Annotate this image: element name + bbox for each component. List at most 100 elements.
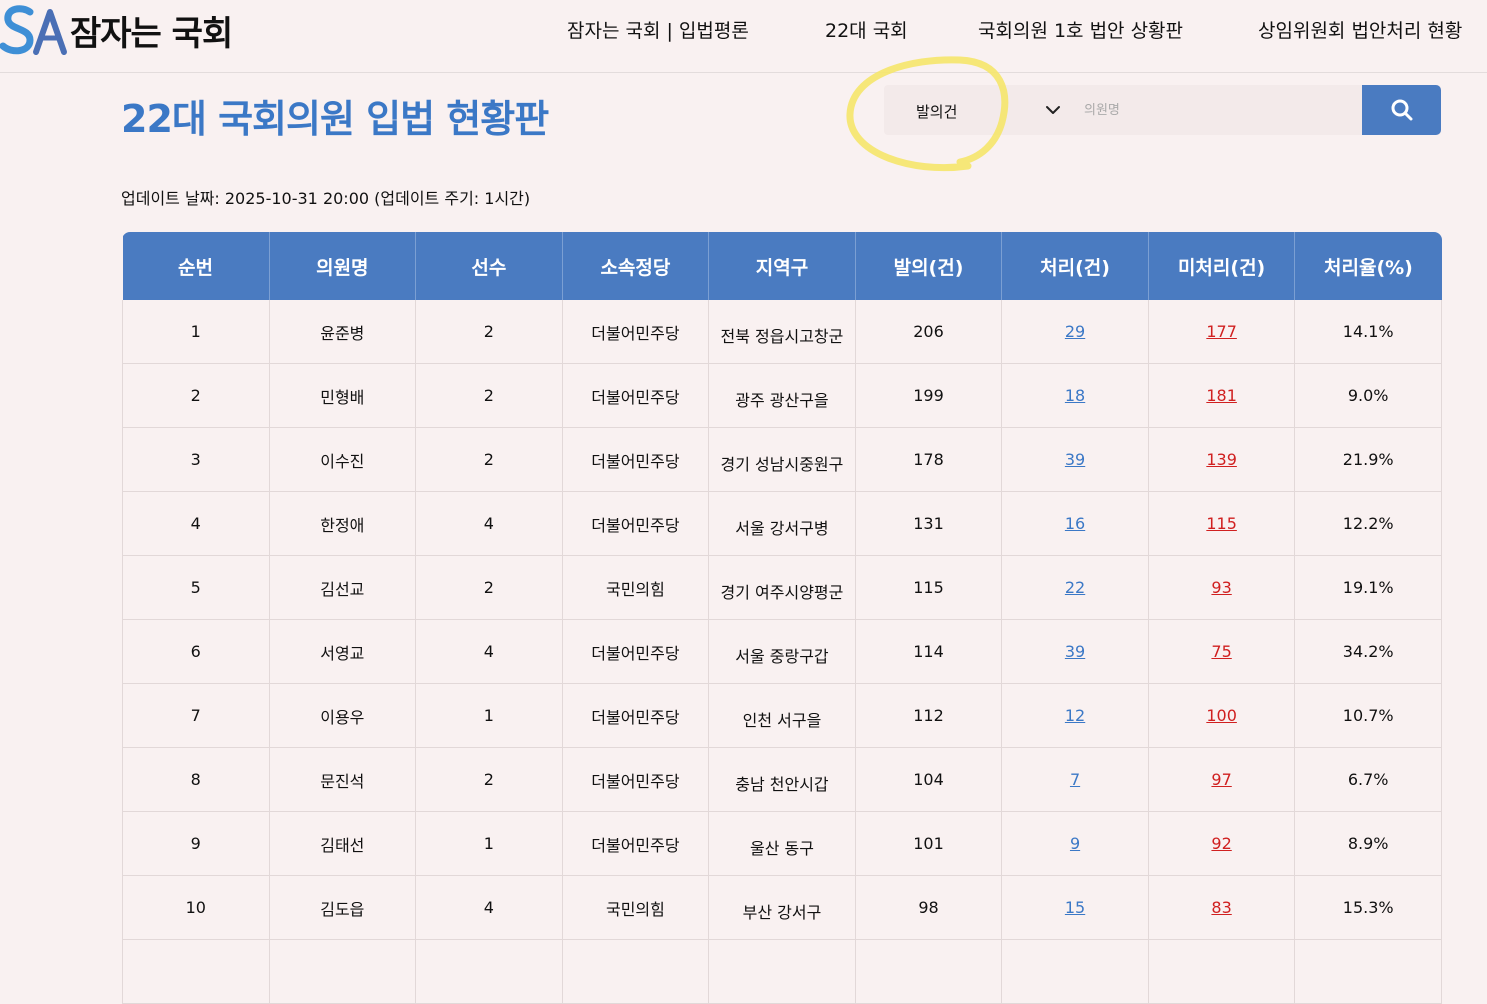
cell-name: 서영교 <box>269 619 417 684</box>
cell-rate: 6.7% <box>1294 747 1442 812</box>
processed-count-link[interactable]: 7 <box>1070 770 1080 789</box>
table-row: 5 김선교 2 국민의힘 경기 여주시양평군 115 22 93 19.1% <box>122 555 1442 620</box>
processed-count-link[interactable]: 12 <box>1065 706 1085 725</box>
cell-proposed: 98 <box>855 875 1003 940</box>
cell-party: 더불어민주당 <box>562 363 710 428</box>
cell-rank: 6 <box>122 619 270 684</box>
table-row: 9 김태선 1 더불어민주당 울산 동구 101 9 92 8.9% <box>122 811 1442 876</box>
cell-unprocessed: 92 <box>1148 811 1296 876</box>
legislation-table-wrapper: 순번 의원명 선수 소속정당 지역구 발의(건) 처리(건) 미처리(건) 처리율(%) 1 윤준… <box>122 232 1442 1004</box>
unprocessed-count-link[interactable]: 83 <box>1211 898 1231 917</box>
page-title: 22대 국회의원 입법 현황판 <box>121 97 549 141</box>
cell-party <box>562 939 710 1004</box>
unprocessed-count-link[interactable]: 93 <box>1211 578 1231 597</box>
cell-name: 민형배 <box>269 363 417 428</box>
nav-item-legislation-review[interactable]: 잠자는 국회 | 입법평론 <box>567 16 749 43</box>
unprocessed-count-link[interactable]: 139 <box>1206 450 1237 469</box>
table-body: 1 윤준병 2 더불어민주당 전북 정읍시고창군 206 29 177 14.1% 2 민형배 2 더불… <box>122 300 1442 1004</box>
main-nav: 잠자는 국회 | 입법평론 22대 국회 국회의원 1호 법안 상황판 상임위원… <box>0 16 1487 44</box>
col-terms-header[interactable]: 선수 <box>415 232 563 300</box>
table-row: 8 문진석 2 더불어민주당 충남 천안시갑 104 7 97 6.7% <box>122 747 1442 812</box>
cell-region: 경기 성남시중원구 <box>708 427 856 492</box>
sort-select[interactable]: 발의건 <box>884 85 1080 135</box>
processed-count-link[interactable]: 16 <box>1065 514 1085 533</box>
cell-rank: 3 <box>122 427 270 492</box>
processed-count-link[interactable]: 15 <box>1065 898 1085 917</box>
update-info: 업데이트 날짜: 2025-10-31 20:00 (업데이트 주기: 1시간) <box>121 189 531 208</box>
cell-rate <box>1294 939 1442 1004</box>
search-button[interactable] <box>1362 85 1441 135</box>
region-text: 경기 성남시중원구 <box>720 454 844 474</box>
cell-processed: 29 <box>1001 300 1149 364</box>
cell-terms: 4 <box>415 619 563 684</box>
cell-region: 충남 천안시갑 <box>708 747 856 812</box>
cell-party: 더불어민주당 <box>562 491 710 556</box>
table-row: 10 김도읍 4 국민의힘 부산 강서구 98 15 83 15.3% <box>122 875 1442 940</box>
cell-unprocessed: 115 <box>1148 491 1296 556</box>
col-processed-header[interactable]: 처리(건) <box>1001 232 1149 300</box>
nav-item-first-bill-board[interactable]: 국회의원 1호 법안 상황판 <box>978 16 1183 43</box>
cell-unprocessed: 100 <box>1148 683 1296 748</box>
region-text: 인천 서구을 <box>742 710 822 730</box>
cell-rate: 34.2% <box>1294 619 1442 684</box>
unprocessed-count-link[interactable]: 115 <box>1206 514 1237 533</box>
cell-rank: 5 <box>122 555 270 620</box>
cell-rank: 2 <box>122 363 270 428</box>
unprocessed-count-link[interactable]: 97 <box>1211 770 1231 789</box>
col-unprocessed-header[interactable]: 미처리(건) <box>1148 232 1296 300</box>
legislation-table: 순번 의원명 선수 소속정당 지역구 발의(건) 처리(건) 미처리(건) 처리율(%) 1 윤준… <box>122 232 1442 1004</box>
nav-item-22nd-assembly[interactable]: 22대 국회 <box>825 16 908 43</box>
cell-proposed: 101 <box>855 811 1003 876</box>
processed-count-link[interactable]: 22 <box>1065 578 1085 597</box>
cell-name: 김도읍 <box>269 875 417 940</box>
cell-unprocessed: 139 <box>1148 427 1296 492</box>
cell-party: 더불어민주당 <box>562 747 710 812</box>
unprocessed-count-link[interactable]: 75 <box>1211 642 1231 661</box>
processed-count-link[interactable]: 39 <box>1065 642 1085 661</box>
unprocessed-count-link[interactable]: 181 <box>1206 386 1237 405</box>
processed-count-link[interactable]: 9 <box>1070 834 1080 853</box>
cell-processed: 39 <box>1001 619 1149 684</box>
cell-terms: 1 <box>415 683 563 748</box>
col-name-header[interactable]: 의원명 <box>269 232 417 300</box>
cell-processed: 22 <box>1001 555 1149 620</box>
cell-proposed: 115 <box>855 555 1003 620</box>
cell-rate: 19.1% <box>1294 555 1442 620</box>
processed-count-link[interactable]: 39 <box>1065 450 1085 469</box>
cell-party: 더불어민주당 <box>562 619 710 684</box>
cell-proposed: 178 <box>855 427 1003 492</box>
cell-region: 서울 강서구병 <box>708 491 856 556</box>
col-rank-header[interactable]: 순번 <box>122 232 270 300</box>
col-proposed-header[interactable]: 발의(건) <box>855 232 1003 300</box>
cell-processed: 12 <box>1001 683 1149 748</box>
col-party-header[interactable]: 소속정당 <box>562 232 710 300</box>
cell-unprocessed <box>1148 939 1296 1004</box>
cell-rank: 1 <box>122 300 270 364</box>
processed-count-link[interactable]: 18 <box>1065 386 1085 405</box>
table-row: 1 윤준병 2 더불어민주당 전북 정읍시고창군 206 29 177 14.1% <box>122 300 1442 364</box>
cell-rank: 4 <box>122 491 270 556</box>
cell-processed: 9 <box>1001 811 1149 876</box>
search-icon <box>1391 99 1412 121</box>
member-name-search-input[interactable] <box>1082 85 1362 135</box>
processed-count-link[interactable]: 29 <box>1065 322 1085 341</box>
table-row: 7 이용우 1 더불어민주당 인천 서구을 112 12 100 10.7% <box>122 683 1442 748</box>
table-row: 3 이수진 2 더불어민주당 경기 성남시중원구 178 39 139 21.9% <box>122 427 1442 492</box>
cell-unprocessed: 93 <box>1148 555 1296 620</box>
nav-item-committee-status[interactable]: 상임위원회 법안처리 현황 <box>1258 16 1462 43</box>
region-text: 울산 동구 <box>749 838 814 858</box>
unprocessed-count-link[interactable]: 92 <box>1211 834 1231 853</box>
cell-terms: 4 <box>415 491 563 556</box>
cell-processed: 18 <box>1001 363 1149 428</box>
table-header-row: 순번 의원명 선수 소속정당 지역구 발의(건) 처리(건) 미처리(건) 처리율(%) <box>122 232 1442 300</box>
region-text: 충남 천안시갑 <box>735 774 829 794</box>
cell-processed: 16 <box>1001 491 1149 556</box>
col-region-header[interactable]: 지역구 <box>708 232 856 300</box>
unprocessed-count-link[interactable]: 100 <box>1206 706 1237 725</box>
cell-proposed: 206 <box>855 300 1003 364</box>
cell-rank: 8 <box>122 747 270 812</box>
col-rate-header[interactable]: 처리율(%) <box>1294 232 1442 300</box>
cell-proposed: 131 <box>855 491 1003 556</box>
cell-party: 더불어민주당 <box>562 427 710 492</box>
unprocessed-count-link[interactable]: 177 <box>1206 322 1237 341</box>
